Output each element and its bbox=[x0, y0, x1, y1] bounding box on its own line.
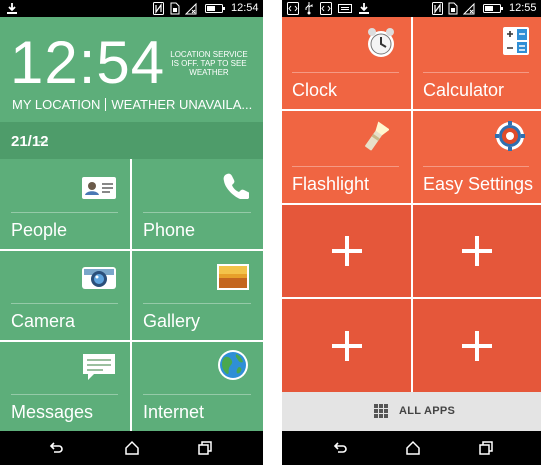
download-notification-icon bbox=[358, 2, 370, 15]
tile-divider bbox=[11, 394, 118, 395]
tile-calculator[interactable]: Calculator bbox=[413, 17, 541, 109]
tile-divider bbox=[423, 72, 529, 73]
all-apps-button[interactable]: ALL APPS bbox=[282, 392, 541, 431]
weather-condition: -- bbox=[38, 133, 48, 150]
add-app-slot[interactable] bbox=[282, 205, 411, 297]
tile-divider bbox=[292, 72, 399, 73]
download-notification-icon bbox=[6, 2, 18, 15]
status-bar: 12:54 bbox=[0, 0, 263, 17]
navigation-bar bbox=[0, 431, 263, 465]
tile-messages[interactable]: Messages bbox=[0, 342, 130, 431]
nfc-icon bbox=[432, 2, 443, 15]
status-time: 12:54 bbox=[231, 2, 259, 14]
tile-label: People bbox=[11, 220, 68, 240]
alarm-clock-icon bbox=[365, 27, 397, 64]
code-notification-icon bbox=[287, 2, 299, 15]
tile-people[interactable]: People bbox=[0, 159, 130, 249]
grid-divider-horizontal bbox=[0, 340, 263, 342]
location-weather-line: MY LOCATION WEATHER UNAVAILA... bbox=[12, 97, 252, 112]
add-icon bbox=[331, 236, 362, 266]
date-strip: 21/12 -- bbox=[0, 122, 263, 159]
clock-time: 12:54 bbox=[10, 29, 166, 96]
tile-divider bbox=[423, 166, 529, 167]
right-phone-screen: 12:55 Clock Calculator Flashlight Easy S… bbox=[282, 0, 541, 465]
tile-label: Messages bbox=[11, 402, 94, 422]
tile-flashlight[interactable]: Flashlight bbox=[282, 111, 411, 203]
grid-divider-horizontal bbox=[0, 249, 263, 251]
add-icon bbox=[462, 330, 492, 361]
divider bbox=[105, 98, 107, 111]
all-apps-label: ALL APPS bbox=[399, 405, 456, 417]
tile-label: Camera bbox=[11, 311, 76, 331]
back-icon[interactable] bbox=[48, 440, 64, 456]
add-app-slot[interactable] bbox=[413, 205, 541, 297]
tile-clock[interactable]: Clock bbox=[282, 17, 411, 109]
tile-phone[interactable]: Phone bbox=[132, 159, 263, 249]
tile-label: Gallery bbox=[143, 311, 201, 331]
clock-weather-widget[interactable]: 12:54 LOCATION SERVICE IS OFF. TAP TO SE… bbox=[0, 17, 263, 122]
tile-gallery[interactable]: Gallery bbox=[132, 251, 263, 340]
signal-off-icon bbox=[463, 2, 475, 15]
tile-label: Easy Settings bbox=[423, 174, 534, 194]
usb-icon bbox=[304, 2, 314, 15]
battery-icon bbox=[205, 2, 225, 15]
grid-divider-vertical bbox=[130, 159, 132, 431]
location-service-notice[interactable]: LOCATION SERVICE IS OFF. TAP TO SEE WEAT… bbox=[168, 50, 250, 77]
battery-icon bbox=[483, 2, 503, 15]
gallery-picture-icon bbox=[217, 264, 249, 295]
message-bubble-icon bbox=[82, 353, 116, 386]
navigation-bar bbox=[282, 431, 541, 465]
tile-label: Calculator bbox=[423, 80, 505, 100]
contact-card-icon bbox=[82, 177, 116, 204]
add-app-slot[interactable] bbox=[413, 299, 541, 392]
tile-divider bbox=[143, 212, 251, 213]
globe-icon bbox=[217, 349, 249, 386]
phone-handset-icon bbox=[221, 171, 251, 204]
code-notification-icon bbox=[320, 2, 332, 15]
tile-easy-settings[interactable]: Easy Settings bbox=[413, 111, 541, 203]
tile-divider bbox=[143, 303, 251, 304]
settings-gear-icon bbox=[495, 121, 525, 156]
tile-divider bbox=[11, 212, 118, 213]
calculator-icon bbox=[503, 27, 529, 60]
back-icon[interactable] bbox=[332, 440, 348, 456]
add-icon bbox=[331, 330, 362, 361]
recent-apps-icon[interactable] bbox=[478, 440, 494, 456]
camera-icon bbox=[82, 264, 116, 295]
home-icon[interactable] bbox=[124, 440, 140, 456]
tile-label: Internet bbox=[143, 402, 205, 422]
keyboard-icon bbox=[338, 2, 352, 15]
tile-label: Flashlight bbox=[292, 174, 370, 194]
tile-internet[interactable]: Internet bbox=[132, 342, 263, 431]
status-bar: 12:55 bbox=[282, 0, 541, 17]
nfc-icon bbox=[153, 2, 164, 15]
weather-label: WEATHER UNAVAILA... bbox=[111, 97, 252, 112]
tile-divider bbox=[11, 303, 118, 304]
tile-divider bbox=[292, 166, 399, 167]
add-app-slot[interactable] bbox=[282, 299, 411, 392]
home-icon[interactable] bbox=[405, 440, 421, 456]
location-label: MY LOCATION bbox=[12, 97, 101, 112]
status-time: 12:55 bbox=[509, 2, 537, 14]
tile-divider bbox=[143, 394, 251, 395]
flashlight-icon bbox=[363, 121, 390, 158]
left-phone-screen: 12:54 12:54 LOCATION SERVICE IS OFF. TAP… bbox=[0, 0, 263, 465]
sim-card-icon bbox=[170, 2, 180, 15]
add-icon bbox=[462, 236, 492, 266]
recent-apps-icon[interactable] bbox=[197, 440, 213, 456]
app-grid-icon bbox=[374, 404, 389, 419]
tile-camera[interactable]: Camera bbox=[0, 251, 130, 340]
signal-off-icon bbox=[185, 2, 197, 15]
tile-label: Clock bbox=[292, 80, 338, 100]
sim-card-icon bbox=[448, 2, 458, 15]
tile-label: Phone bbox=[143, 220, 196, 240]
